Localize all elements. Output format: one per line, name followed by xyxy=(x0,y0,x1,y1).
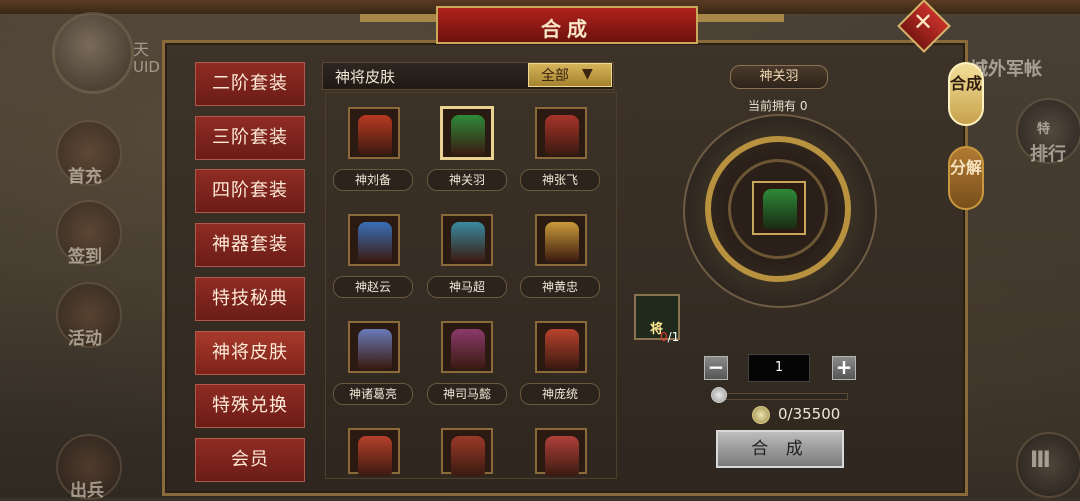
skin-item-liubei[interactable] xyxy=(348,107,400,159)
hero-portrait-icon xyxy=(451,115,485,155)
category-tier2-set[interactable]: 二阶套装 xyxy=(195,62,305,106)
skin-item-partial[interactable] xyxy=(348,428,400,476)
skin-label: 神赵云 xyxy=(333,276,413,298)
hero-portrait-icon xyxy=(451,329,485,369)
tab-compose[interactable]: 合成 xyxy=(948,62,984,126)
category-vip[interactable]: 会员 xyxy=(195,438,305,482)
title-ornament-left xyxy=(360,14,436,22)
material-have: 0 xyxy=(660,330,668,344)
skin-item-pangtong[interactable] xyxy=(535,321,587,373)
skin-label: 神司马懿 xyxy=(427,383,507,405)
target-skin-icon[interactable] xyxy=(752,181,806,235)
category-special-exchange[interactable]: 特殊兑换 xyxy=(195,384,305,428)
player-uid: UID xyxy=(133,58,160,76)
hero-portrait-icon xyxy=(358,222,392,262)
dispatch-label: 出兵 xyxy=(70,481,104,501)
rank-label: 排行 xyxy=(1030,144,1066,165)
hero-portrait-icon xyxy=(451,436,485,476)
first-recharge-label: 首充 xyxy=(68,167,102,187)
skin-label: 神关羽 xyxy=(427,169,507,191)
chevron-down-icon[interactable]: ▼ xyxy=(582,66,593,82)
selected-skin-name: 神关羽 xyxy=(730,65,828,89)
skin-item-simayi[interactable] xyxy=(441,321,493,373)
hero-portrait-icon xyxy=(545,329,579,369)
coin-icon xyxy=(752,406,770,424)
hero-portrait-icon xyxy=(358,436,392,476)
skin-label: 神马超 xyxy=(427,276,507,298)
category-tier3-set[interactable]: 三阶套装 xyxy=(195,116,305,160)
category-hero-skin[interactable]: 神将皮肤 xyxy=(195,331,305,375)
skin-item-machao[interactable] xyxy=(441,214,493,266)
cost-text: 0/35500 xyxy=(778,405,841,423)
skin-item-zhaoyun[interactable] xyxy=(348,214,400,266)
category-artifact-set[interactable]: 神器套装 xyxy=(195,223,305,267)
skin-label: 神张飞 xyxy=(520,169,600,191)
quantity-input[interactable]: 1 xyxy=(748,354,810,382)
close-icon[interactable]: ✕ xyxy=(913,8,933,36)
skin-item-partial[interactable] xyxy=(441,428,493,476)
category-tier4-set[interactable]: 四阶套装 xyxy=(195,169,305,213)
hero-portrait-icon xyxy=(358,115,392,155)
skin-label: 神黄忠 xyxy=(520,276,600,298)
decrease-button[interactable]: − xyxy=(704,356,728,380)
hero-portrait-icon xyxy=(358,329,392,369)
dialog-title: 合成 xyxy=(541,17,593,41)
material-need: /1 xyxy=(667,330,680,344)
quantity-slider[interactable] xyxy=(718,393,848,400)
skin-item-zhangfei[interactable] xyxy=(535,107,587,159)
menu-icon: Ⅲ xyxy=(1030,448,1051,473)
compose-button[interactable]: 合 成 xyxy=(716,430,844,468)
hero-portrait-icon xyxy=(545,436,579,476)
list-title: 神将皮肤 xyxy=(335,68,396,86)
rank-badge: 特 xyxy=(1037,122,1051,137)
filter-dropdown[interactable]: 全部 xyxy=(528,63,612,87)
category-skill-book[interactable]: 特技秘典 xyxy=(195,277,305,321)
skin-label: 神刘备 xyxy=(333,169,413,191)
skin-label: 神庞统 xyxy=(520,383,600,405)
activity-label: 活动 xyxy=(68,329,102,349)
skin-label: 神诸葛亮 xyxy=(333,383,413,405)
skin-item-zhugeliang[interactable] xyxy=(348,321,400,373)
hero-portrait-icon xyxy=(545,115,579,155)
slider-handle[interactable] xyxy=(711,387,727,403)
hero-portrait-icon xyxy=(763,189,797,229)
owned-count: 当前拥有 0 xyxy=(748,99,808,113)
hero-portrait-icon xyxy=(451,222,485,262)
player-avatar[interactable] xyxy=(52,12,134,94)
player-name: 天 xyxy=(133,40,150,59)
skin-item-guanyu[interactable] xyxy=(441,107,493,159)
increase-button[interactable]: + xyxy=(832,356,856,380)
hero-portrait-icon xyxy=(545,222,579,262)
material-count: 0/1 xyxy=(660,330,679,344)
skin-item-huangzhong[interactable] xyxy=(535,214,587,266)
skin-item-partial[interactable] xyxy=(535,428,587,476)
sign-in-label: 签到 xyxy=(68,247,102,267)
dialog-title-bar: 合成 xyxy=(436,6,698,44)
title-ornament-right xyxy=(694,14,784,22)
tab-decompose[interactable]: 分解 xyxy=(948,146,984,210)
